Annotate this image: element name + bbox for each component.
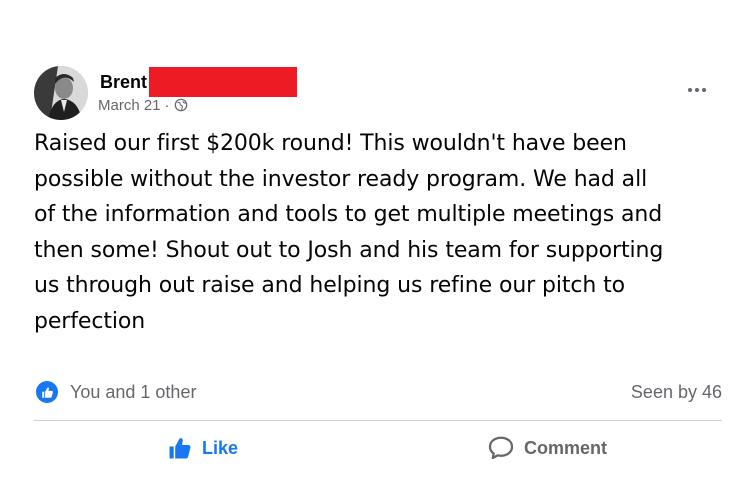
reactions-text: You and 1 other (70, 381, 197, 402)
post-text-line: possible without the investor ready prog… (34, 166, 648, 192)
more-dot (688, 88, 692, 92)
redaction-box (149, 67, 298, 97)
like-reaction-icon (36, 381, 58, 403)
post-text-line: Raised our first $200k round! This would… (34, 131, 627, 156)
more-dot (702, 88, 706, 92)
thumbs-up-icon (169, 438, 191, 459)
comment-button[interactable]: Comment (488, 432, 607, 464)
post-text-line: of the information and tools to get mult… (34, 202, 663, 227)
post-text-line: then some! Shout out to Josh and his tea… (34, 237, 664, 263)
post-text-line: perfection (34, 308, 146, 334)
more-dot (695, 88, 699, 92)
avatar[interactable] (34, 66, 88, 120)
like-label: Like (202, 437, 239, 458)
author-name[interactable]: Brent (100, 70, 147, 94)
globe-icon[interactable] (174, 98, 188, 112)
author-row: Brent (100, 67, 298, 97)
comment-label: Comment (524, 437, 608, 458)
post-card: Brent March 21 · Raised our first $200k … (0, 0, 756, 496)
more-options-icon[interactable] (682, 82, 712, 98)
like-button[interactable]: Like (168, 432, 238, 464)
post-text-line: us through out raise and helping us refi… (34, 273, 626, 298)
post-text: Raised our first $200k round! This would… (34, 126, 734, 339)
post-meta: March 21 · (98, 95, 188, 115)
reactions-summary[interactable]: You and 1 other (36, 380, 196, 404)
post-date[interactable]: March 21 (98, 97, 161, 114)
divider (34, 420, 722, 421)
comment-bubble-icon (488, 436, 514, 460)
meta-separator: · (164, 96, 170, 114)
seen-by-count[interactable]: Seen by 46 (631, 380, 722, 404)
avatar-image (34, 66, 88, 120)
